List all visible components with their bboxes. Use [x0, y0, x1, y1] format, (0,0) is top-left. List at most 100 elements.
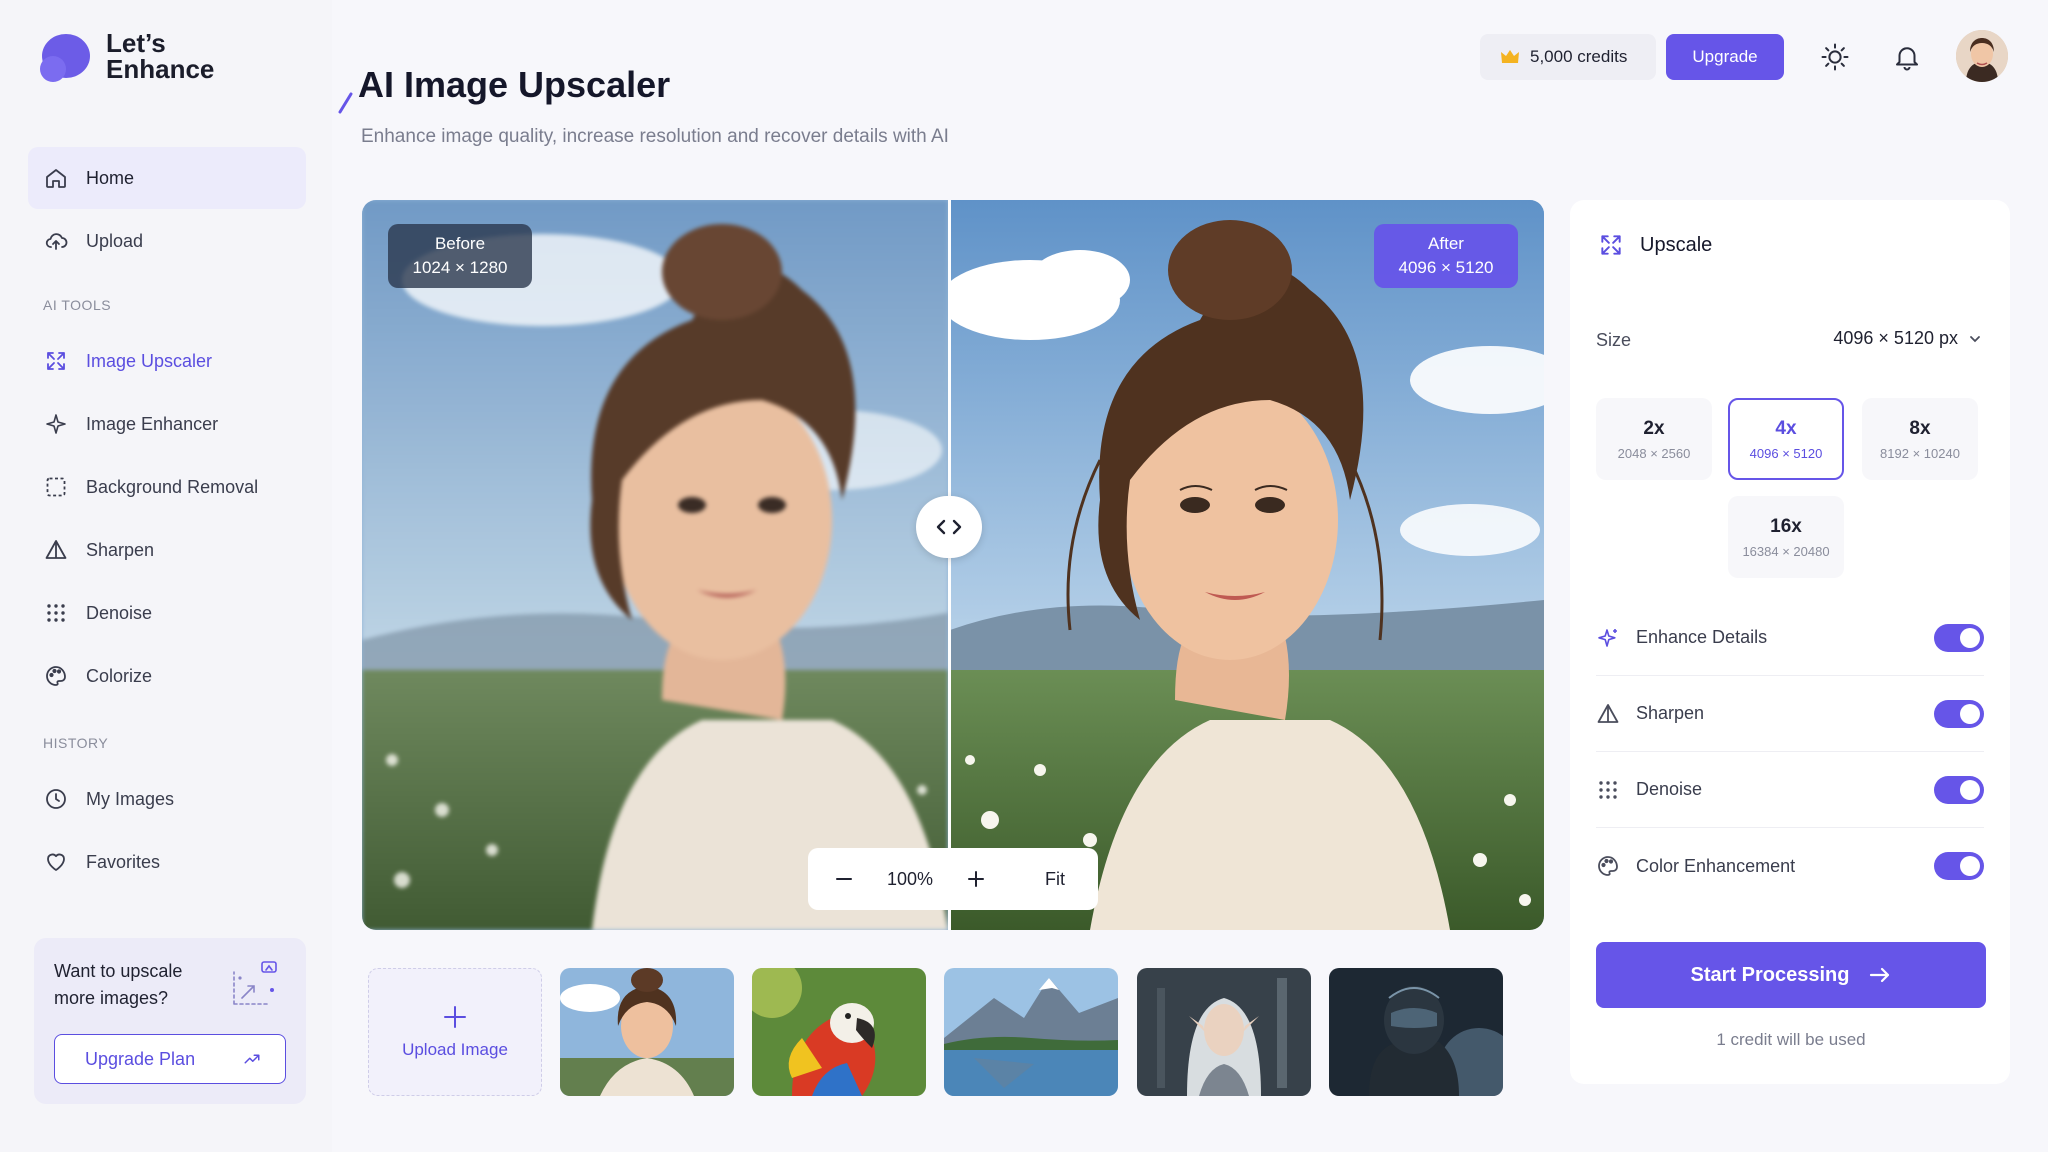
- toggle-row-enhance-details: Enhance Details: [1596, 600, 1984, 676]
- sidebar-item-image-enhancer[interactable]: Image Enhancer: [28, 393, 306, 455]
- enhance-details-toggle[interactable]: [1934, 624, 1984, 652]
- credits-badge[interactable]: 5,000 credits: [1480, 34, 1656, 80]
- zoom-level: 100%: [886, 868, 934, 889]
- sidebar-item-upload[interactable]: Upload: [28, 210, 306, 272]
- sidebar-item-label: Image Enhancer: [86, 413, 219, 434]
- bell-icon[interactable]: [1892, 42, 1922, 72]
- start-processing-label: Start Processing: [1690, 963, 1850, 986]
- sidebar-item-colorize[interactable]: Colorize: [28, 645, 306, 707]
- chevron-left-right-icon: [936, 519, 962, 535]
- sidebar-item-background-removal[interactable]: Background Removal: [28, 456, 306, 518]
- sidebar-item-label: Background Removal: [86, 476, 259, 497]
- palette-icon: [46, 666, 66, 686]
- clock-icon: [46, 789, 66, 809]
- zoom-out-button[interactable]: [808, 848, 880, 910]
- scale-multiplier: 4x: [1775, 417, 1797, 439]
- scale-multiplier: 2x: [1643, 417, 1665, 439]
- fit-button[interactable]: Fit: [1012, 848, 1098, 910]
- sidebar-item-label: Image Upscaler: [86, 350, 213, 371]
- section-label-history: HISTORY: [43, 735, 109, 751]
- cloud-upload-icon: [45, 233, 68, 250]
- heart-icon: [47, 853, 65, 871]
- upgrade-plan-button[interactable]: Upgrade Plan: [54, 1034, 286, 1084]
- compare-slider-handle[interactable]: [916, 496, 982, 558]
- compare-divider[interactable]: [948, 200, 951, 930]
- avatar-portrait-icon: [1956, 30, 2008, 82]
- triangle-icon: [1597, 703, 1619, 723]
- triangle-icon: [45, 540, 67, 559]
- thumbnail-portrait[interactable]: [560, 968, 734, 1096]
- toggle-label: Sharpen: [1636, 703, 1705, 723]
- brand-name-line2: Enhance: [106, 54, 215, 84]
- toggle-label: Denoise: [1636, 779, 1703, 799]
- scale-option-8x[interactable]: 8x 8192 × 10240: [1862, 398, 1978, 480]
- expand-icon: [47, 352, 65, 370]
- panel-title-label: Upscale: [1640, 233, 1713, 256]
- thumbnail-parrot[interactable]: [752, 968, 926, 1096]
- plus-icon: [444, 1006, 466, 1028]
- upgrade-button[interactable]: Upgrade: [1666, 34, 1784, 80]
- denoise-toggle[interactable]: [1934, 776, 1984, 804]
- scale-multiplier: 8x: [1909, 417, 1931, 439]
- before-after-viewer[interactable]: Before 1024 × 1280 After 4096 × 5120 100…: [362, 200, 1544, 930]
- sidebar-item-home[interactable]: Home: [28, 147, 306, 209]
- thumbnail-mountain-lake[interactable]: [944, 968, 1118, 1096]
- scale-dimensions: 2048 × 2560: [1617, 445, 1691, 461]
- scale-option-16x[interactable]: 16x 16384 × 20480: [1728, 496, 1844, 578]
- minus-icon: [836, 878, 852, 880]
- toggle-row-denoise: Denoise: [1596, 752, 1984, 828]
- sidebar-item-label: Sharpen: [86, 539, 155, 560]
- before-image: [362, 200, 948, 930]
- sidebar-item-sharpen[interactable]: Sharpen: [28, 519, 306, 581]
- upload-image-tile[interactable]: Upload Image: [368, 968, 542, 1096]
- thumbnail-elf[interactable]: [1137, 968, 1311, 1096]
- brand-name: Let’s Enhance: [106, 30, 226, 82]
- section-label-ai-tools: AI TOOLS: [43, 297, 112, 313]
- avatar[interactable]: [1956, 30, 2008, 82]
- sidebar-item-label: Upload: [86, 230, 144, 251]
- after-image: [950, 200, 1544, 930]
- sidebar-item-label: My Images: [86, 788, 175, 809]
- sidebar-item-image-upscaler[interactable]: Image Upscaler: [28, 330, 306, 392]
- sidebar-item-denoise[interactable]: Denoise: [28, 582, 306, 644]
- zoom-controls: 100% Fit: [808, 848, 1098, 910]
- sidebar-item-my-images[interactable]: My Images: [28, 768, 306, 830]
- credits-label: 5,000 credits: [1530, 47, 1628, 66]
- scale-option-2x[interactable]: 2x 2048 × 2560: [1596, 398, 1712, 480]
- credit-usage-note: 1 credit will be used: [1716, 1030, 1866, 1049]
- start-processing-button[interactable]: Start Processing: [1596, 942, 1986, 1008]
- thumbnail-robot[interactable]: [1329, 968, 1503, 1096]
- color-enhancement-toggle[interactable]: [1934, 852, 1984, 880]
- brand-logo[interactable]: Let’s Enhance: [40, 30, 226, 82]
- scale-dimensions: 8192 × 10240: [1880, 445, 1960, 461]
- sidebar-item-label: Favorites: [86, 851, 161, 872]
- page-subtitle: Enhance image quality, increase resoluti…: [361, 126, 949, 147]
- sharpen-toggle[interactable]: [1934, 700, 1984, 728]
- home-icon: [46, 169, 66, 188]
- scale-multiplier: 16x: [1770, 515, 1802, 537]
- brand-name-line1: Let’s: [106, 28, 166, 58]
- toggle-row-sharpen: Sharpen: [1596, 676, 1984, 752]
- page-title: AI Image Upscaler: [358, 64, 671, 105]
- sidebar-item-label: Denoise: [86, 602, 153, 623]
- brush-accent-icon: [338, 92, 353, 114]
- upscale-settings-panel: Upscale Size 4096 × 5120 px 2x 2048 × 25…: [1570, 200, 2010, 1084]
- upgrade-promo-card: Want to upscale more images? Upgrade Pla…: [34, 938, 306, 1104]
- size-label: Size: [1596, 330, 1632, 350]
- before-size: 1024 × 1280: [412, 258, 508, 277]
- dashed-square-icon: [46, 477, 66, 497]
- promo-text: Want to upscale more images?: [54, 961, 183, 1008]
- sun-icon[interactable]: [1820, 42, 1850, 72]
- sidebar-item-label: Colorize: [86, 665, 153, 686]
- sparkle-icon: [1598, 628, 1617, 647]
- size-value: 4096 × 5120 px: [1833, 328, 1958, 348]
- size-dropdown[interactable]: 4096 × 5120 px: [1833, 328, 1982, 349]
- toggle-label: Enhance Details: [1636, 627, 1768, 647]
- sidebar-item-favorites[interactable]: Favorites: [28, 831, 306, 893]
- scale-option-4x[interactable]: 4x 4096 × 5120: [1728, 398, 1844, 480]
- expand-icon: [1601, 235, 1621, 255]
- dots-grid-icon: [1599, 780, 1617, 799]
- toggle-row-color-enhancement: Color Enhancement: [1596, 828, 1984, 904]
- zoom-in-button[interactable]: [940, 848, 1012, 910]
- sparkle-icon: [46, 414, 66, 434]
